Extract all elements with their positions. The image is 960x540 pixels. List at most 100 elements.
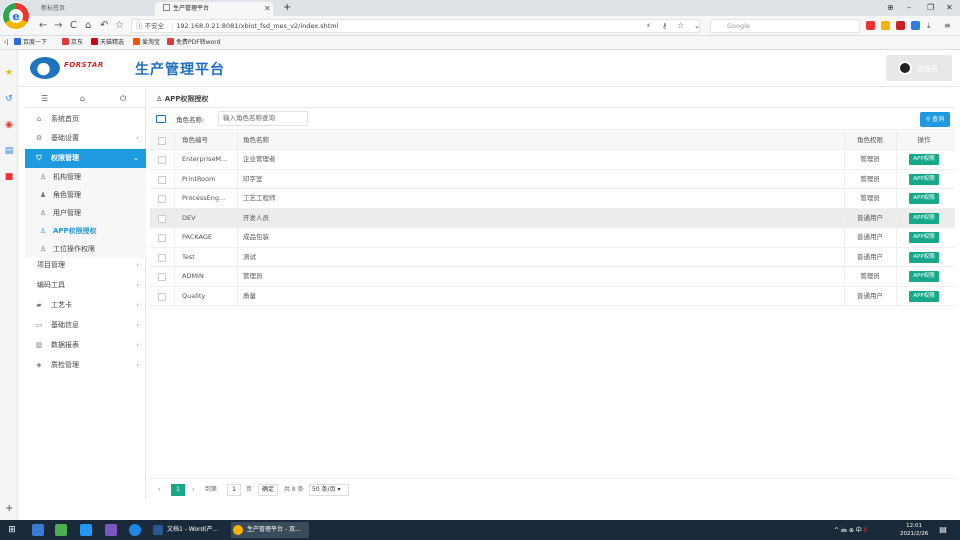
sidebar-item-quality[interactable]: ◈ 质检管理 ‹ — [25, 356, 146, 375]
app-permission-button[interactable]: APP权限 — [909, 193, 939, 204]
page-size-select[interactable]: 50 条/页 ▾ — [309, 484, 349, 496]
row-checkbox[interactable] — [158, 175, 166, 184]
page-1-button[interactable]: 1 — [171, 484, 185, 496]
bookmarks-toggle-icon[interactable]: ‹| — [4, 38, 8, 48]
avatar[interactable] — [898, 61, 912, 75]
row-checkbox[interactable] — [158, 273, 166, 281]
header-perm[interactable]: 角色权限 — [844, 131, 896, 149]
row-checkbox[interactable] — [158, 234, 166, 242]
tab-close-icon[interactable]: ✕ — [264, 2, 271, 16]
key-icon[interactable]: ⚷ — [662, 19, 667, 33]
extension-icon[interactable] — [911, 21, 920, 30]
row-checkbox[interactable] — [158, 292, 166, 301]
home-button[interactable]: ⌂ — [85, 19, 91, 33]
sidebar-item-reports[interactable]: ▥ 数据报表 ‹ — [25, 336, 146, 355]
reload-button[interactable]: C — [70, 19, 77, 33]
sidebar-subitem-app-permission[interactable]: ♙ APP权限授权 — [25, 222, 146, 240]
app-icon[interactable] — [105, 524, 117, 536]
sidebar-item-home[interactable]: ⌂ 系统首页 — [25, 110, 146, 129]
table-row[interactable]: ProcessEng... 工艺工程师 管理员 APP权限 — [150, 189, 955, 209]
extension-icon[interactable] — [896, 21, 905, 30]
sidebar-subitem-users[interactable]: ♙ 用户管理 — [25, 204, 146, 222]
reader-icon[interactable]: ▤ — [4, 146, 14, 156]
sidebar-item-basic-settings[interactable]: ⚙ 基础设置 ‹ — [25, 129, 146, 148]
edge-icon[interactable] — [129, 524, 141, 536]
select-all-checkbox[interactable] — [158, 137, 166, 145]
clock[interactable]: 12:01 2021/2/26 — [900, 522, 928, 538]
notifications-icon[interactable]: ▤ — [937, 524, 949, 536]
favorites-icon[interactable]: ★ — [4, 68, 14, 78]
app-permission-button[interactable]: APP权限 — [909, 154, 939, 165]
table-row[interactable]: Quality 质量 普通用户 APP权限 — [150, 286, 955, 306]
history-button[interactable]: ↶ — [100, 19, 108, 33]
sidebar-item-projects[interactable]: 项目管理 ‹ — [25, 256, 146, 275]
sidebar-item-basic-info[interactable]: ▭ 基础信息 ‹ — [25, 316, 146, 335]
role-name-search-input[interactable]: 输入角色名称查询 — [218, 111, 308, 126]
tab-production-platform[interactable]: 生产管理平台 — [155, 2, 273, 16]
tab-new-tab[interactable]: 新标签页 — [33, 2, 73, 16]
prev-page-button[interactable]: ‹ — [158, 484, 160, 496]
sidebar-subitem-org[interactable]: ♙ 机构管理 — [25, 168, 146, 186]
bookmark-baidu[interactable]: 百度一下 — [14, 38, 47, 48]
forward-button[interactable]: → — [54, 19, 62, 33]
table-row[interactable]: ADMIN 管理员 管理员 APP权限 — [150, 267, 955, 287]
sidebar-subitem-roles[interactable]: ♟ 角色管理 — [25, 186, 146, 204]
maximize-button[interactable]: ❐ — [927, 2, 934, 14]
table-row[interactable]: DEV 开发人员 普通用户 APP权限 — [150, 208, 955, 228]
power-icon[interactable]: ⏻ — [120, 94, 126, 104]
app-permission-button[interactable]: APP权限 — [909, 173, 939, 185]
app-icon[interactable] — [80, 524, 92, 536]
minimize-button[interactable]: – — [907, 2, 911, 14]
app-permission-button[interactable]: APP权限 — [909, 212, 939, 224]
taskbar-word[interactable]: 文档1 - Word(产... — [151, 522, 229, 538]
table-row[interactable]: Test 测试 普通用户 APP权限 — [150, 247, 955, 267]
app-permission-button[interactable]: APP权限 — [909, 251, 939, 263]
menu-toggle-icon[interactable]: ☰ — [41, 94, 48, 104]
table-row[interactable]: EnterpriseM... 企业管理者 管理员 APP权限 — [150, 150, 955, 170]
system-tray[interactable]: ^ 🖮 ⊕ 中 S — [834, 525, 868, 536]
table-row[interactable]: PrintRoom 印字室 管理员 APP权限 — [150, 169, 955, 189]
app-icon[interactable] — [55, 524, 67, 536]
header-name[interactable]: 角色名称 — [243, 131, 269, 149]
app-permission-button[interactable]: APP权限 — [909, 271, 939, 282]
bookmark-aitaobao[interactable]: 爱淘宝 — [133, 38, 160, 48]
taskbar-browser[interactable]: 生产管理平台 - 双... — [231, 522, 309, 538]
app-icon[interactable]: ■ — [4, 172, 14, 182]
home-icon[interactable]: ⌂ — [80, 94, 85, 104]
url-input[interactable]: ⓘ 不安全 | 192.168.0.21:8081/xbiot_fsd_mes_v2… — [131, 19, 700, 33]
header-code[interactable]: 角色编号 — [182, 131, 237, 149]
bookmark-star-icon[interactable]: ☆ — [115, 19, 124, 33]
user-menu[interactable]: 管理员 — [886, 55, 952, 81]
app-permission-button[interactable]: APP权限 — [909, 232, 939, 243]
table-row[interactable]: PACKAGE 成品包装 普通用户 APP权限 — [150, 228, 955, 248]
pin-icon[interactable]: ⊕ — [887, 2, 894, 14]
bookmark-pdf[interactable]: 免费PDF转word — [167, 38, 220, 48]
browser-logo-icon[interactable]: e — [3, 3, 29, 29]
sidebar-item-process-card[interactable]: ▰ 工艺卡 ‹ — [25, 296, 146, 315]
history-icon[interactable]: ↺ — [4, 94, 14, 104]
back-button[interactable]: ← — [39, 19, 47, 33]
row-checkbox[interactable] — [158, 214, 166, 223]
goto-confirm-button[interactable]: 确定 — [258, 484, 278, 496]
row-checkbox[interactable] — [158, 156, 166, 164]
app-permission-button[interactable]: APP权限 — [909, 290, 939, 302]
goto-page-input[interactable]: 1 — [227, 484, 241, 496]
sidebar-item-coding-tools[interactable]: 编码工具 ‹ — [25, 276, 146, 295]
new-tab-button[interactable]: + — [283, 1, 291, 15]
bookmark-jd[interactable]: 京东 — [62, 38, 83, 48]
app-icon[interactable] — [32, 524, 44, 536]
sidebar-item-permissions[interactable]: ⛉ 权限管理 ⌄ — [25, 149, 146, 168]
search-engine-input[interactable]: Google — [710, 19, 860, 33]
windows-start-icon[interactable]: ⊞ — [6, 524, 18, 536]
lightning-icon[interactable]: ⚡ — [646, 19, 651, 33]
download-icon[interactable]: ⤓ — [927, 19, 931, 33]
row-checkbox[interactable] — [158, 195, 166, 203]
row-checkbox[interactable] — [158, 253, 166, 262]
search-button[interactable]: ⚲ 查询 — [920, 112, 950, 127]
weibo-icon[interactable]: ◉ — [4, 120, 14, 130]
favorite-icon[interactable]: ☆ — [677, 19, 684, 33]
security-indicator[interactable]: ⓘ 不安全 — [136, 22, 164, 30]
menu-icon[interactable]: ≡ — [944, 19, 951, 33]
extension-icon[interactable] — [881, 21, 890, 30]
dropdown-icon[interactable]: ⌄ — [694, 19, 700, 33]
